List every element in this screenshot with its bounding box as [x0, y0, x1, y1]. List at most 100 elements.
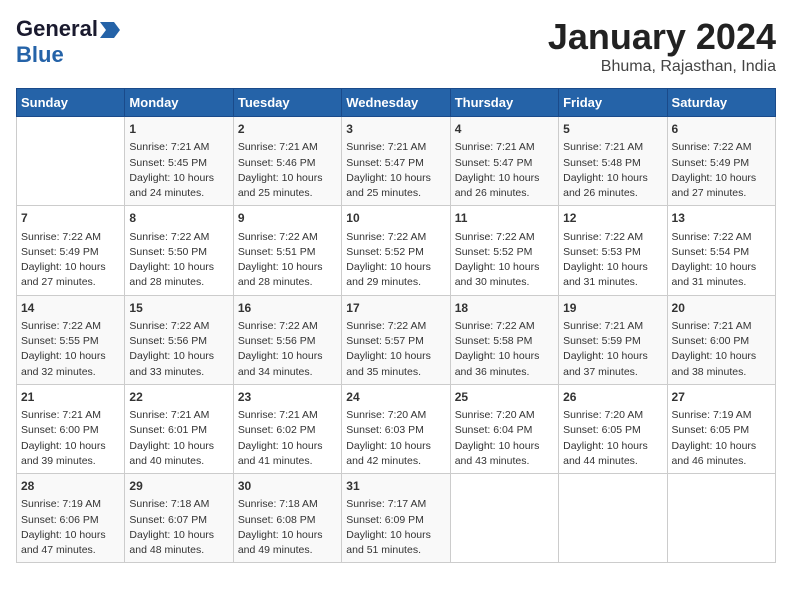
day-info-line: Daylight: 10 hours	[129, 528, 228, 543]
day-info-line: Sunset: 5:56 PM	[129, 334, 228, 349]
day-info-line: Sunrise: 7:21 AM	[238, 140, 337, 155]
day-info-line: Daylight: 10 hours	[21, 260, 120, 275]
calendar-cell: 14Sunrise: 7:22 AMSunset: 5:55 PMDayligh…	[17, 295, 125, 384]
day-number: 1	[129, 121, 228, 138]
day-info-line: and 40 minutes.	[129, 454, 228, 469]
day-info-line: Sunset: 5:54 PM	[672, 245, 771, 260]
day-info-line: Daylight: 10 hours	[21, 528, 120, 543]
day-number: 18	[455, 300, 554, 317]
day-info-line: Sunrise: 7:21 AM	[129, 140, 228, 155]
calendar-cell: 22Sunrise: 7:21 AMSunset: 6:01 PMDayligh…	[125, 384, 233, 473]
day-info-line: Daylight: 10 hours	[563, 439, 662, 454]
day-info-line: Daylight: 10 hours	[455, 260, 554, 275]
calendar-cell: 27 Sunrise: 7:19 AMSunset: 6:05 PMDayligh…	[667, 384, 775, 473]
logo-text-blue: Blue	[16, 42, 64, 68]
day-number: 20	[672, 300, 771, 317]
day-info-line: Sunrise: 7:22 AM	[672, 140, 771, 155]
day-info-line: Sunrise: 7:17 AM	[346, 497, 445, 512]
calendar-cell: 13Sunrise: 7:22 AMSunset: 5:54 PMDayligh…	[667, 206, 775, 295]
day-info-line: Sunrise: 7:21 AM	[21, 408, 120, 423]
calendar-cell: 1Sunrise: 7:21 AMSunset: 5:45 PMDaylight…	[125, 117, 233, 206]
calendar-cell: 15Sunrise: 7:22 AMSunset: 5:56 PMDayligh…	[125, 295, 233, 384]
calendar-cell: 28Sunrise: 7:19 AMSunset: 6:06 PMDayligh…	[17, 474, 125, 563]
day-info-line: Daylight: 10 hours	[346, 349, 445, 364]
calendar-title: January 2024	[548, 16, 776, 58]
logo-text-general: General	[16, 16, 98, 42]
day-info-line: Sunrise: 7:19 AM	[21, 497, 120, 512]
day-info-line: and 48 minutes.	[129, 543, 228, 558]
day-number: 26	[563, 389, 662, 406]
day-info-line: and 33 minutes.	[129, 365, 228, 380]
day-info-line: Daylight: 10 hours	[129, 260, 228, 275]
day-info-line: Sunrise: 7:21 AM	[129, 408, 228, 423]
day-number: 23	[238, 389, 337, 406]
day-info-line: Sunset: 6:02 PM	[238, 423, 337, 438]
day-info-line: Daylight: 10 hours	[672, 349, 771, 364]
logo: General Blue	[16, 16, 120, 68]
day-info-line: and 30 minutes.	[455, 275, 554, 290]
day-info-line: Daylight: 10 hours	[563, 349, 662, 364]
day-number: 8	[129, 210, 228, 227]
day-number: 7	[21, 210, 120, 227]
header-monday: Monday	[125, 89, 233, 117]
day-info-line: Sunset: 6:05 PM	[672, 423, 771, 438]
calendar-cell: 19Sunrise: 7:21 AMSunset: 5:59 PMDayligh…	[559, 295, 667, 384]
day-info-line: Sunset: 5:51 PM	[238, 245, 337, 260]
day-number: 27	[672, 389, 771, 406]
day-info-line: Sunset: 5:56 PM	[238, 334, 337, 349]
day-number: 16	[238, 300, 337, 317]
day-info-line: and 27 minutes.	[21, 275, 120, 290]
day-number: 13	[672, 210, 771, 227]
page-header: General Blue January 2024 Bhuma, Rajasth…	[16, 16, 776, 76]
day-info-line: Sunset: 5:57 PM	[346, 334, 445, 349]
day-number: 14	[21, 300, 120, 317]
day-info-line: Sunset: 5:46 PM	[238, 156, 337, 171]
calendar-cell: 18Sunrise: 7:22 AMSunset: 5:58 PMDayligh…	[450, 295, 558, 384]
day-info-line: Sunrise: 7:20 AM	[563, 408, 662, 423]
day-info-line: Sunrise: 7:22 AM	[455, 230, 554, 245]
day-info-line: Daylight: 10 hours	[129, 439, 228, 454]
day-info-line: Sunrise: 7:22 AM	[238, 319, 337, 334]
day-info-line: and 47 minutes.	[21, 543, 120, 558]
day-info-line: Sunrise: 7:22 AM	[129, 230, 228, 245]
day-number: 25	[455, 389, 554, 406]
day-number: 10	[346, 210, 445, 227]
header-thursday: Thursday	[450, 89, 558, 117]
calendar-cell: 24Sunrise: 7:20 AMSunset: 6:03 PMDayligh…	[342, 384, 450, 473]
day-info-line: Sunset: 5:49 PM	[21, 245, 120, 260]
header-saturday: Saturday	[667, 89, 775, 117]
day-number: 21	[21, 389, 120, 406]
title-block: January 2024 Bhuma, Rajasthan, India	[548, 16, 776, 76]
day-info-line: Sunrise: 7:21 AM	[672, 319, 771, 334]
day-info-line: Daylight: 10 hours	[238, 528, 337, 543]
day-info-line: Sunrise: 7:21 AM	[563, 319, 662, 334]
day-info-line: Sunrise: 7:19 AM	[672, 408, 771, 423]
calendar-cell: 21Sunrise: 7:21 AMSunset: 6:00 PMDayligh…	[17, 384, 125, 473]
day-info-line: Daylight: 10 hours	[455, 171, 554, 186]
day-info-line: Sunrise: 7:18 AM	[129, 497, 228, 512]
day-number: 30	[238, 478, 337, 495]
day-info-line: Daylight: 10 hours	[672, 439, 771, 454]
day-info-line: Sunset: 6:03 PM	[346, 423, 445, 438]
calendar-week-4: 21Sunrise: 7:21 AMSunset: 6:00 PMDayligh…	[17, 384, 776, 473]
day-info-line: Sunrise: 7:22 AM	[346, 319, 445, 334]
calendar-cell: 2Sunrise: 7:21 AMSunset: 5:46 PMDaylight…	[233, 117, 341, 206]
day-info-line: and 44 minutes.	[563, 454, 662, 469]
calendar-cell: 8Sunrise: 7:22 AMSunset: 5:50 PMDaylight…	[125, 206, 233, 295]
day-number: 12	[563, 210, 662, 227]
day-info-line: and 31 minutes.	[563, 275, 662, 290]
calendar-week-2: 7Sunrise: 7:22 AMSunset: 5:49 PMDaylight…	[17, 206, 776, 295]
day-info-line: Sunset: 5:59 PM	[563, 334, 662, 349]
day-number: 31	[346, 478, 445, 495]
day-info-line: Sunrise: 7:22 AM	[455, 319, 554, 334]
day-info-line: Sunrise: 7:20 AM	[346, 408, 445, 423]
day-info-line: Daylight: 10 hours	[563, 171, 662, 186]
calendar-cell	[559, 474, 667, 563]
day-info-line: Sunset: 6:00 PM	[672, 334, 771, 349]
day-info-line: and 43 minutes.	[455, 454, 554, 469]
day-info-line: Sunrise: 7:18 AM	[238, 497, 337, 512]
day-info-line: Sunrise: 7:22 AM	[129, 319, 228, 334]
calendar-cell	[450, 474, 558, 563]
day-info-line: and 36 minutes.	[455, 365, 554, 380]
calendar-cell: 3Sunrise: 7:21 AMSunset: 5:47 PMDaylight…	[342, 117, 450, 206]
